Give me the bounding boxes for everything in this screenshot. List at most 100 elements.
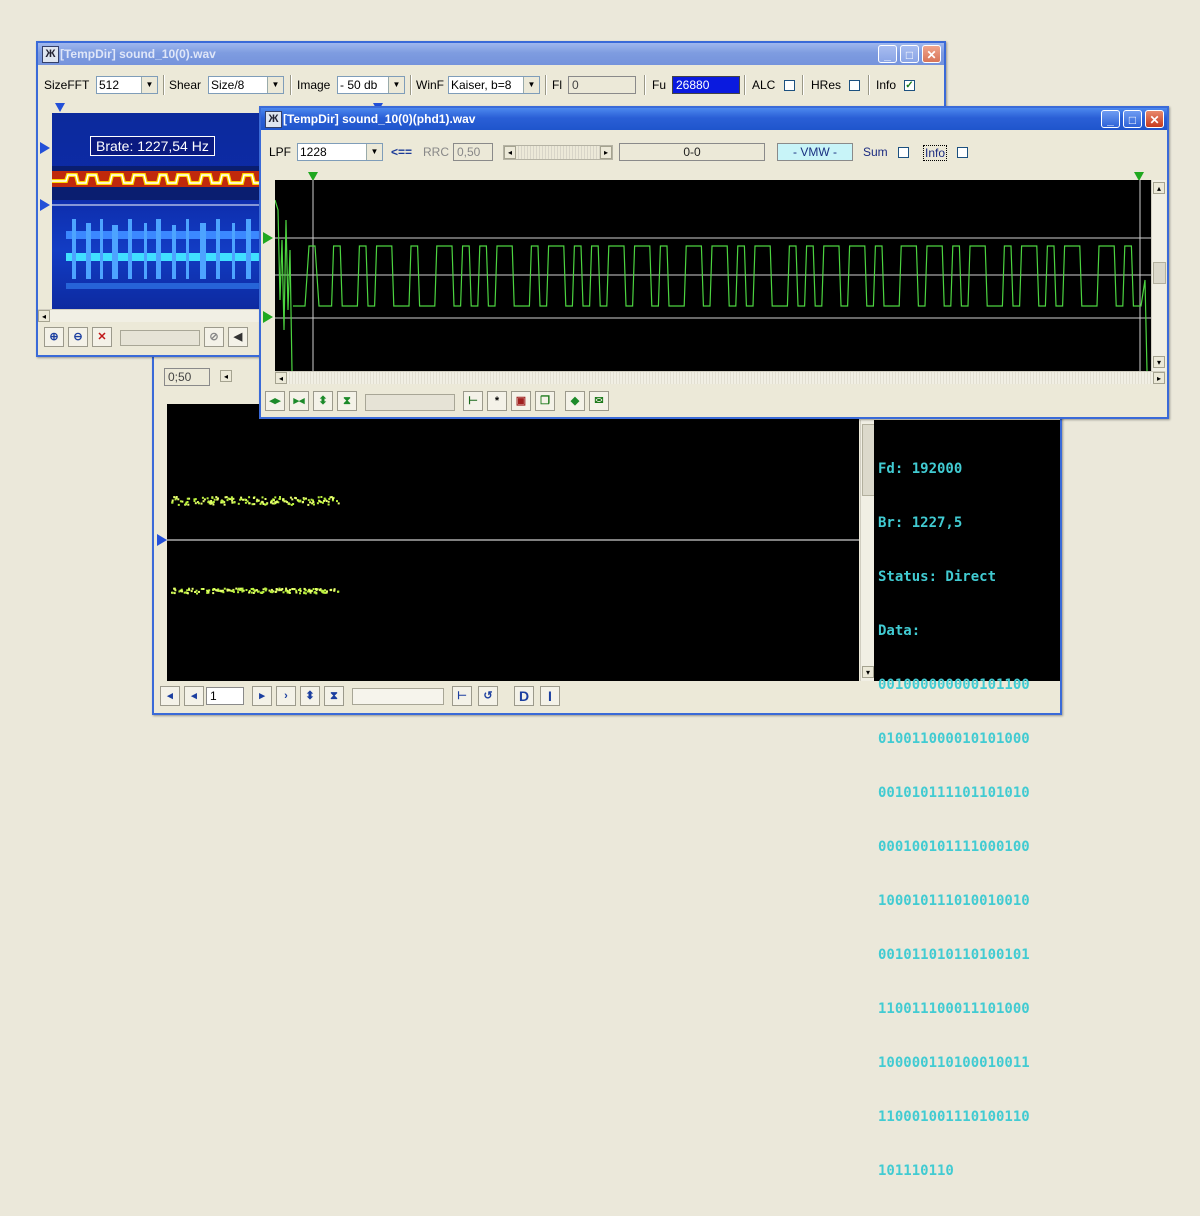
- zoom-in-icon[interactable]: ⊕: [44, 327, 64, 347]
- constellation-point: [315, 589, 318, 591]
- arrow-right-icon[interactable]: ›: [276, 686, 296, 706]
- constellation-point: [276, 588, 279, 591]
- constellation-point: [193, 500, 196, 502]
- d-icon[interactable]: D: [514, 686, 534, 706]
- constellation-plot: [167, 404, 859, 681]
- winf-select[interactable]: Kaiser, b=8 ▼: [448, 76, 540, 94]
- alc-checkbox[interactable]: [784, 80, 795, 91]
- constellation-point: [248, 591, 251, 594]
- constellation-point: [292, 503, 295, 505]
- i-icon[interactable]: I: [540, 686, 560, 706]
- window1-titlebar[interactable]: Ж [TempDir] sound_10(0).wav _ □ ✕: [38, 43, 944, 65]
- sum-label: Sum: [863, 145, 888, 159]
- stretch-horizontal-icon[interactable]: ◂▸: [265, 391, 285, 411]
- rrc-field[interactable]: 0,50: [453, 143, 493, 161]
- constellation-point: [294, 496, 297, 499]
- constellation-point: [184, 591, 187, 594]
- plot-scrollbar[interactable]: ▾: [860, 420, 875, 681]
- window2-titlebar[interactable]: Ж [TempDir] sound_10(0)(phd1).wav _ □ ✕: [261, 108, 1167, 130]
- constellation-point: [244, 501, 247, 504]
- constellation-point: [242, 498, 245, 501]
- paste-icon[interactable]: ▣: [511, 391, 531, 411]
- constellation-point: [259, 502, 262, 505]
- scroll-left-button[interactable]: ◂: [220, 370, 232, 382]
- scroll-thumb[interactable]: [1153, 262, 1166, 284]
- asterisk-icon[interactable]: *: [487, 391, 507, 411]
- arrow-left-icon[interactable]: ◂: [160, 686, 180, 706]
- waveform-vscroll[interactable]: ▴ ▾: [1151, 180, 1166, 371]
- diamond-icon[interactable]: ◆: [565, 391, 585, 411]
- minimize-button[interactable]: _: [1101, 110, 1120, 128]
- constellation-point: [284, 589, 287, 592]
- rrc-slider[interactable]: ◂ ▸: [503, 145, 613, 160]
- constellation-point: [222, 501, 225, 504]
- constellation-point: [200, 502, 203, 505]
- copy-icon[interactable]: ❐: [535, 391, 555, 411]
- page-input[interactable]: 1: [206, 687, 244, 705]
- shrink-horizontal-icon[interactable]: ▸◂: [289, 391, 309, 411]
- corner-icon[interactable]: ⊢: [463, 391, 483, 411]
- compress-vertical-icon[interactable]: ⧗: [337, 391, 357, 411]
- step-left-icon[interactable]: ◂: [184, 686, 204, 706]
- constellation-point: [299, 587, 302, 590]
- speaker-icon[interactable]: ◀: [228, 327, 248, 347]
- sizefft-label: SizeFFT: [44, 78, 90, 92]
- vmw-indicator[interactable]: - VMW -: [777, 143, 853, 161]
- close-button[interactable]: ✕: [1145, 110, 1164, 128]
- hres-checkbox[interactable]: [849, 80, 860, 91]
- compress-vertical-icon[interactable]: ⧗: [324, 686, 344, 706]
- slider-left-button[interactable]: ◂: [504, 146, 516, 159]
- spectrogram-scrollbar[interactable]: ◂: [38, 309, 260, 322]
- divider: [545, 75, 546, 95]
- scroll-down-button[interactable]: ▾: [1153, 356, 1165, 368]
- app-icon: Ж: [42, 46, 59, 63]
- constellation-point: [230, 497, 233, 500]
- export-icon[interactable]: ⊢: [452, 686, 472, 706]
- data-line: 001011010110100101: [878, 947, 1030, 963]
- divider: [163, 75, 164, 95]
- step-right-icon[interactable]: ▸: [252, 686, 272, 706]
- constellation-point: [186, 497, 189, 500]
- scroll-down-button[interactable]: ▾: [862, 666, 874, 678]
- window2-toolbar: LPF 1228 ▼ <== RRC 0,50 ◂ ▸ 0-0 - VMW - S…: [261, 132, 1167, 172]
- constellation-point: [173, 496, 176, 499]
- info-checkbox[interactable]: ✓: [904, 80, 915, 91]
- envelope-icon[interactable]: ✉: [589, 391, 609, 411]
- fl-field[interactable]: 0: [568, 76, 636, 94]
- zoom-out-icon[interactable]: ⊖: [68, 327, 88, 347]
- shear-select[interactable]: Size/8 ▼: [208, 76, 284, 94]
- minimize-button[interactable]: _: [878, 45, 897, 63]
- data-label: Data:: [878, 623, 921, 639]
- constellation-point: [286, 591, 289, 594]
- constellation-point: [233, 501, 236, 504]
- counter-field: 0-0: [619, 143, 765, 161]
- sizefft-select[interactable]: 512 ▼: [96, 76, 158, 94]
- apply-arrow-button[interactable]: <==: [391, 145, 412, 159]
- scroll-left-button[interactable]: ◂: [38, 310, 50, 322]
- lpf-select[interactable]: 1228 ▼: [297, 143, 383, 161]
- info-checkbox[interactable]: [957, 147, 968, 158]
- constellation-point: [256, 498, 259, 501]
- maximize-button[interactable]: □: [1123, 110, 1142, 128]
- scroll-right-button[interactable]: ▸: [1153, 372, 1165, 384]
- fu-field[interactable]: 26880: [672, 76, 740, 94]
- data-line: 100010111010010010: [878, 893, 1030, 909]
- constellation-point: [307, 503, 310, 506]
- scroll-up-button[interactable]: ▴: [1153, 182, 1165, 194]
- image-select[interactable]: - 50 db ▼: [337, 76, 405, 94]
- slider-right-button[interactable]: ▸: [600, 146, 612, 159]
- constellation-point: [231, 499, 234, 502]
- expand-vertical-icon[interactable]: ⬍: [313, 391, 333, 411]
- expand-vertical-icon[interactable]: ⬍: [300, 686, 320, 706]
- rrc-field[interactable]: 0;50: [164, 368, 210, 386]
- constellation-point: [320, 589, 323, 592]
- constellation-point: [336, 500, 338, 503]
- sum-checkbox[interactable]: [898, 147, 909, 158]
- waveform-hscroll[interactable]: ◂ ▸: [275, 371, 1165, 384]
- scroll-left-button[interactable]: ◂: [275, 372, 287, 384]
- block-icon[interactable]: ⊘: [204, 327, 224, 347]
- clear-icon[interactable]: ✕: [92, 327, 112, 347]
- maximize-button[interactable]: □: [900, 45, 919, 63]
- refresh-icon[interactable]: ↺: [478, 686, 498, 706]
- close-button[interactable]: ✕: [922, 45, 941, 63]
